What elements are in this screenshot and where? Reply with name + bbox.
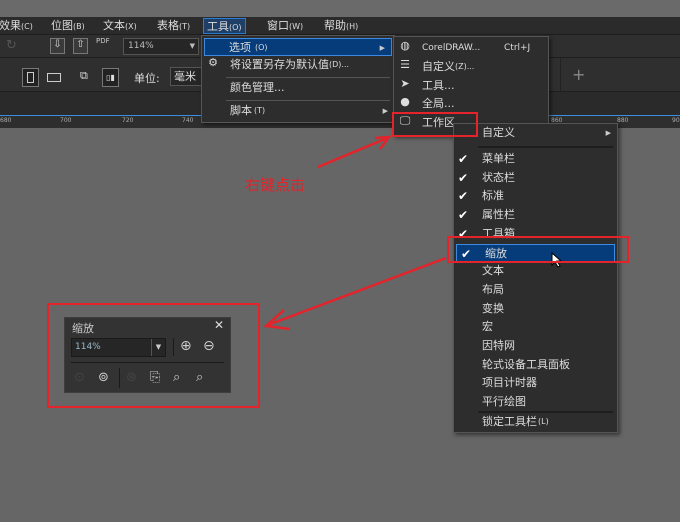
annotation-arrows [263,135,447,331]
arrow-to-panel [267,256,447,327]
arrow-to-workspace [317,137,386,169]
